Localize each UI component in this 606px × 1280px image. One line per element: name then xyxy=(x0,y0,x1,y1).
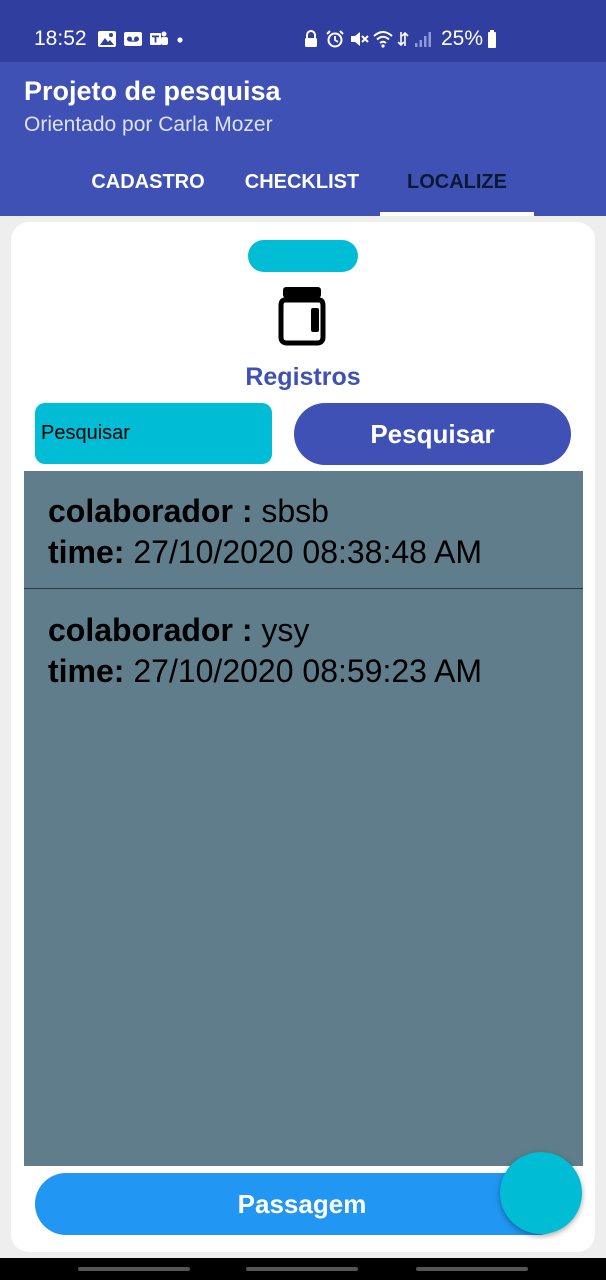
time-line: time: 27/10/2020 08:38:48 AM xyxy=(48,532,583,573)
drag-handle-pill[interactable] xyxy=(248,240,358,272)
registros-card: Registros Pesquisar colaborador : sbsb t… xyxy=(11,222,595,1252)
passagem-button[interactable]: Passagem xyxy=(35,1173,569,1235)
app-title: Projeto de pesquisa xyxy=(24,76,281,106)
floating-action-button[interactable] xyxy=(500,1152,582,1234)
app-bar: Projeto de pesquisa Orientado por Carla … xyxy=(0,62,606,216)
search-button[interactable]: Pesquisar xyxy=(294,403,571,465)
data-icon xyxy=(397,30,409,48)
app-subtitle: Orientado por Carla Mozer xyxy=(24,113,273,136)
nav-recents-handle[interactable] xyxy=(78,1267,190,1271)
colaborador-value: sbsb xyxy=(261,493,329,529)
search-field[interactable] xyxy=(35,403,272,464)
teams-icon xyxy=(149,30,169,48)
alarm-icon xyxy=(325,30,345,48)
colaborador-line: colaborador : ysy xyxy=(48,610,583,651)
time-line: time: 27/10/2020 08:59:23 AM xyxy=(48,651,583,692)
voicemail-icon xyxy=(123,30,143,48)
results-list[interactable]: colaborador : sbsb time: 27/10/2020 08:3… xyxy=(24,471,583,1166)
colaborador-label: colaborador : xyxy=(48,612,253,648)
status-time: 18:52 xyxy=(34,27,87,50)
colaborador-value: ysy xyxy=(261,612,310,648)
battery-percent: 25% xyxy=(441,27,484,50)
tab-checklist[interactable]: CHECKLIST xyxy=(226,169,378,209)
wifi-icon xyxy=(373,30,393,48)
tab-cadastro[interactable]: CADASTRO xyxy=(72,169,224,209)
registros-title: Registros xyxy=(245,363,361,391)
tab-localize[interactable]: LOCALIZE xyxy=(380,169,534,209)
time-value: 27/10/2020 08:38:48 AM xyxy=(133,534,483,570)
colaborador-label: colaborador : xyxy=(48,493,253,529)
colaborador-line: colaborador : sbsb xyxy=(48,491,583,532)
mute-icon xyxy=(349,30,369,48)
gallery-icon xyxy=(97,30,117,48)
time-label: time: xyxy=(48,534,125,570)
list-divider xyxy=(24,588,583,589)
nav-home-handle[interactable] xyxy=(246,1267,358,1271)
tab-indicator xyxy=(380,212,534,216)
list-item[interactable]: colaborador : sbsb time: 27/10/2020 08:3… xyxy=(24,491,583,573)
system-nav-bar xyxy=(0,1258,606,1280)
time-label: time: xyxy=(48,653,125,689)
list-item[interactable]: colaborador : ysy time: 27/10/2020 08:59… xyxy=(24,610,583,692)
notification-dot-icon xyxy=(175,30,185,48)
status-bar: 18:52 25% xyxy=(0,0,606,62)
battery-icon xyxy=(487,30,497,48)
nav-back-handle[interactable] xyxy=(416,1267,528,1271)
time-value: 27/10/2020 08:59:23 AM xyxy=(133,653,483,689)
lock-icon xyxy=(301,30,321,48)
search-input[interactable] xyxy=(41,422,272,445)
signal-icon xyxy=(413,30,433,48)
jar-icon xyxy=(273,284,331,346)
